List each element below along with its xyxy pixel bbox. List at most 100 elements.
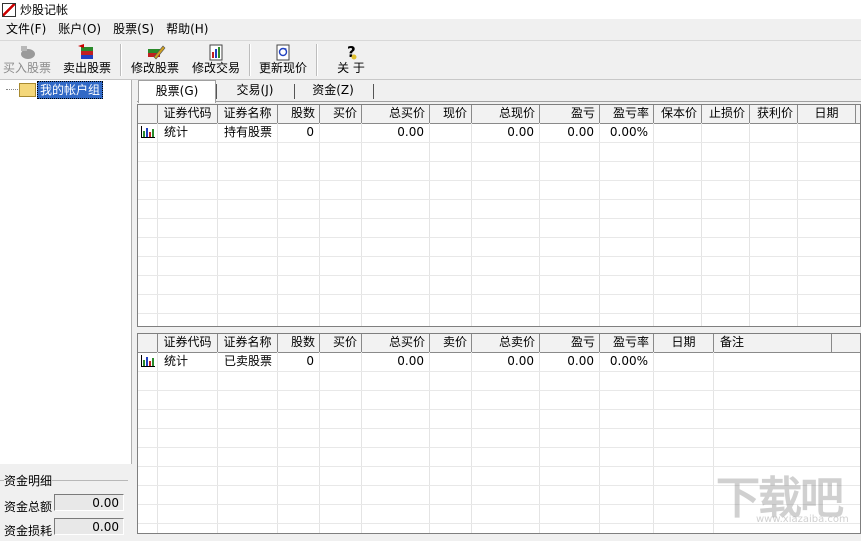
- grid-line: [539, 352, 540, 533]
- grid-line: [138, 142, 860, 143]
- grid-line: [217, 352, 218, 533]
- holdings-col-6[interactable]: 总现价: [472, 105, 540, 123]
- grid-line: [277, 352, 278, 533]
- grid-line: [429, 352, 430, 533]
- cell-shares: 0: [306, 125, 314, 139]
- cell-pl: 0.00: [567, 125, 594, 139]
- grid-line: [361, 123, 362, 326]
- watermark: 下载吧 www.xiazaiba.com: [716, 462, 856, 532]
- cell-code: 统计: [164, 125, 189, 139]
- grid-line: [319, 352, 320, 533]
- grid-line: [138, 256, 860, 257]
- grid-line: [138, 161, 860, 162]
- holdings-grid[interactable]: 证券代码 证券名称 股数 买价 总买价 现价 总现价 盈亏 盈亏率 保本价 止损价 获利价 日期 统计 持…: [137, 104, 861, 327]
- buy-stock-button[interactable]: 买入股票: [2, 43, 52, 77]
- sold-col-9[interactable]: 日期: [654, 334, 714, 352]
- grid-line: [138, 237, 860, 238]
- holdings-col-9[interactable]: 保本价: [654, 105, 702, 123]
- update-price-button[interactable]: 更新现价: [256, 43, 310, 77]
- toolbar-separator: [249, 44, 251, 76]
- bar-chart-icon: [141, 355, 155, 367]
- edit-trade-button[interactable]: 修改交易: [189, 43, 243, 77]
- cell-buy_price: [320, 123, 362, 142]
- cell-breakeven: [654, 123, 702, 142]
- holdings-col-0[interactable]: 证券代码: [158, 105, 218, 123]
- sold-col-10[interactable]: 备注: [714, 334, 832, 352]
- grid-line: [138, 447, 860, 448]
- bar-chart-icon: [141, 126, 155, 138]
- grid-line: [138, 409, 860, 410]
- table-row[interactable]: 统计 已卖股票 0 0.00 0.00 0.00 0.00%: [138, 352, 860, 371]
- cell-pl: 0.00: [567, 354, 594, 368]
- account-tree[interactable]: 我的帐户组: [0, 80, 132, 464]
- grid-line: [138, 371, 860, 372]
- menu-account[interactable]: 账户(O): [52, 19, 107, 40]
- holdings-col-7[interactable]: 盈亏: [540, 105, 600, 123]
- sold-col-1[interactable]: 证券名称: [218, 334, 278, 352]
- toolbar: 买入股票 卖出股票 修改股票 修改交易 更新现价 ? 关 于: [0, 41, 861, 80]
- holdings-col-2[interactable]: 股数: [278, 105, 320, 123]
- watermark-url: www.xiazaiba.com: [756, 514, 849, 525]
- grid-line: [429, 123, 430, 326]
- grid-line: [157, 352, 158, 533]
- cell-note: [714, 352, 832, 371]
- holdings-col-12[interactable]: 日期: [798, 105, 856, 123]
- sell-stock-icon: [76, 43, 98, 61]
- tab-stocks[interactable]: 股票(G): [138, 80, 216, 103]
- funds-detail-panel: 资金明细 资金总额 0.00 资金损耗 0.00: [0, 466, 131, 538]
- holdings-col-8[interactable]: 盈亏率: [600, 105, 654, 123]
- holdings-col-10[interactable]: 止损价: [702, 105, 750, 123]
- sold-col-7[interactable]: 盈亏: [540, 334, 600, 352]
- cell-shares: 0: [306, 354, 314, 368]
- holdings-col-11[interactable]: 获利价: [750, 105, 798, 123]
- sold-col-8[interactable]: 盈亏率: [600, 334, 654, 352]
- sold-col-3[interactable]: 买价: [320, 334, 362, 352]
- menu-file[interactable]: 文件(F): [0, 19, 52, 40]
- toolbar-separator: [316, 44, 318, 76]
- holdings-header: 证券代码 证券名称 股数 买价 总买价 现价 总现价 盈亏 盈亏率 保本价 止损价 获利价 日期: [138, 105, 860, 124]
- cell-stop_loss: [702, 123, 750, 142]
- holdings-col-4[interactable]: 总买价: [362, 105, 430, 123]
- sold-col-4[interactable]: 总买价: [362, 334, 430, 352]
- grid-line: [138, 313, 860, 314]
- holdings-col-3[interactable]: 买价: [320, 105, 362, 123]
- holdings-col-1[interactable]: 证券名称: [218, 105, 278, 123]
- tab-funds[interactable]: 资金(Z): [295, 80, 371, 101]
- grid-line: [599, 352, 600, 533]
- cell-cur_price: [430, 123, 472, 142]
- folder-icon: [19, 83, 36, 97]
- grid-line: [701, 123, 702, 326]
- grid-line: [138, 275, 860, 276]
- about-button[interactable]: ? 关 于: [326, 43, 376, 77]
- grid-line: [653, 123, 654, 326]
- menu-help[interactable]: 帮助(H): [160, 19, 214, 40]
- sell-stock-button[interactable]: 卖出股票: [60, 43, 114, 77]
- cell-total_buy: 0.00: [397, 354, 424, 368]
- table-row[interactable]: 统计 持有股票 0 0.00 0.00 0.00 0.00%: [138, 123, 860, 142]
- cell-date: [798, 123, 856, 142]
- title-bar: 炒股记帐: [0, 0, 861, 19]
- cell-code: 统计: [164, 354, 189, 368]
- tree-item-my-account-group[interactable]: 我的帐户组: [37, 81, 104, 99]
- menu-stock[interactable]: 股票(S): [107, 19, 160, 40]
- sold-col-0[interactable]: 证券代码: [158, 334, 218, 352]
- grid-line: [797, 123, 798, 326]
- funds-loss-label: 资金损耗: [4, 524, 53, 538]
- tab-trades[interactable]: 交易(J): [217, 80, 293, 101]
- grid-line: [361, 352, 362, 533]
- grid-line: [599, 123, 600, 326]
- cell-take_profit: [750, 123, 798, 142]
- funds-loss-field: 0.00: [54, 518, 124, 535]
- tab-strip: 股票(G) 交易(J) 资金(Z): [137, 80, 861, 103]
- sold-header: 证券代码 证券名称 股数 买价 总买价 卖价 总卖价 盈亏 盈亏率 日期 备注: [138, 334, 860, 353]
- tab-underline: [137, 101, 861, 102]
- sold-col-6[interactable]: 总卖价: [472, 334, 540, 352]
- sold-col-2[interactable]: 股数: [278, 334, 320, 352]
- funds-total-field: 0.00: [54, 494, 124, 511]
- edit-stock-button[interactable]: 修改股票: [128, 43, 182, 77]
- grid-line: [138, 428, 860, 429]
- grid-line: [539, 123, 540, 326]
- holdings-col-5[interactable]: 现价: [430, 105, 472, 123]
- toolbar-separator: [120, 44, 122, 76]
- sold-col-5[interactable]: 卖价: [430, 334, 472, 352]
